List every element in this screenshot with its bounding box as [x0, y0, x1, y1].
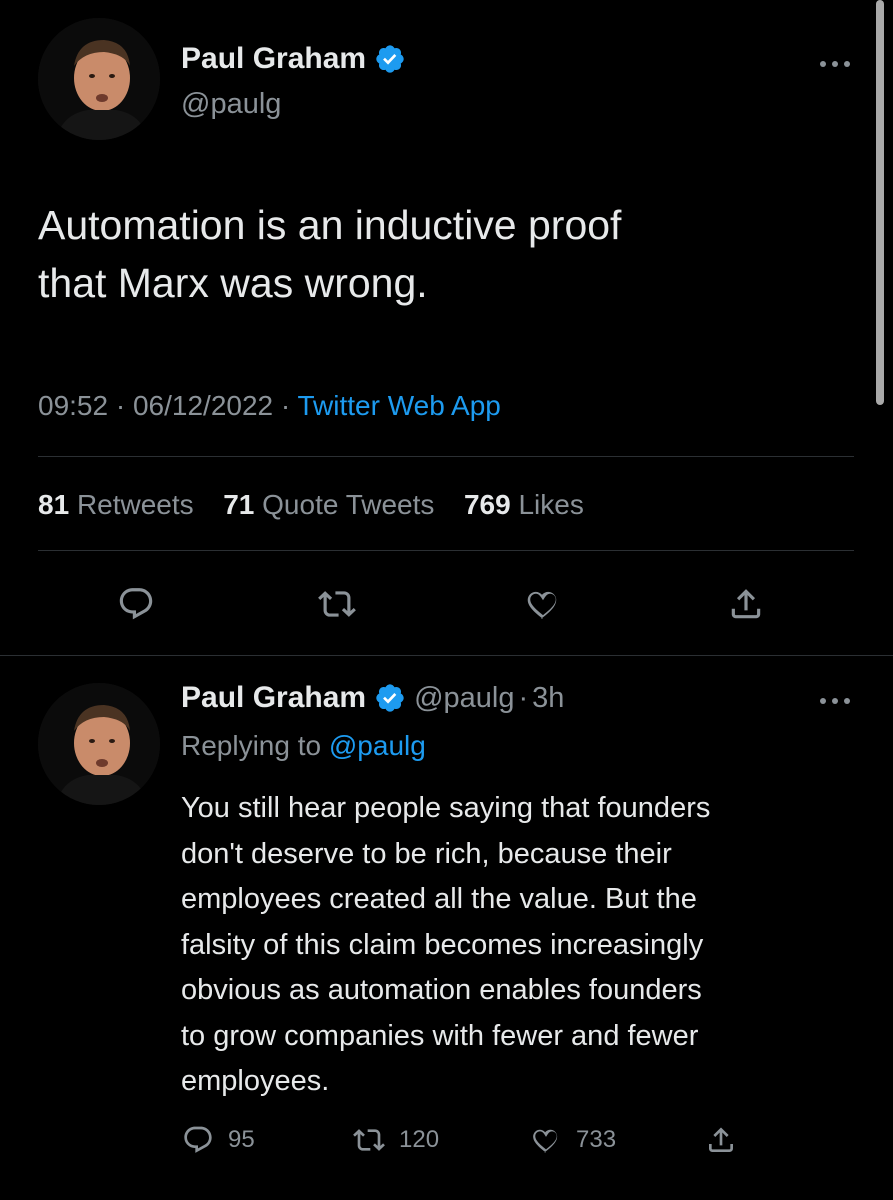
reply-text-line: You still hear people saying that founde…	[181, 792, 711, 824]
author-handle[interactable]: @paulg	[181, 88, 281, 121]
replying-to: Replying to @paulg	[181, 730, 426, 762]
tweet-date[interactable]: 06/12/2022	[133, 390, 273, 421]
retweet-count: 120	[399, 1126, 440, 1153]
quotes-count: 71	[223, 489, 255, 520]
meta-separator: ·	[518, 681, 529, 714]
reply-text: You still hear people saying that founde…	[181, 786, 871, 1105]
divider	[0, 655, 893, 656]
reply-author-avatar[interactable]	[38, 683, 160, 805]
heart-icon[interactable]	[524, 585, 562, 623]
likes-stat[interactable]: 769 Likes	[464, 489, 584, 520]
reply-text-line: to grow companies with fewer and fewer	[181, 1019, 699, 1052]
scrollbar[interactable]	[876, 0, 884, 405]
retweet-arrows-icon[interactable]	[318, 585, 356, 623]
retweets-count: 81	[38, 489, 70, 520]
reply-bubble-icon[interactable]	[117, 585, 155, 623]
reply-header: Paul Graham @paulg · 3h	[181, 681, 564, 715]
reply-count: 95	[228, 1126, 255, 1153]
quotes-label: Quote Tweets	[262, 489, 435, 520]
tweet-text: Automation is an inductive proof that Ma…	[38, 196, 838, 312]
author-name-text[interactable]: Paul Graham	[181, 42, 366, 76]
verified-badge-icon	[374, 682, 406, 714]
meta-separator: ·	[280, 390, 298, 421]
more-horizontal-icon[interactable]	[818, 694, 852, 712]
retweet-arrows-icon	[353, 1129, 385, 1151]
meta-separator: ·	[115, 390, 133, 421]
reply-author-handle[interactable]: @paulg	[414, 682, 514, 715]
replying-prefix: Replying to	[181, 730, 322, 761]
reply-text-line: obvious as automation enables founders	[181, 974, 702, 1006]
author-name[interactable]: Paul Graham	[181, 42, 406, 76]
reply-text-line: falsity of this claim becomes increasing…	[181, 928, 704, 961]
reply-author-name[interactable]: Paul Graham	[181, 681, 366, 715]
reply-text-line: employees created all the value. But the	[181, 883, 697, 915]
share-action[interactable]	[705, 1124, 751, 1156]
reply-action[interactable]: 95	[182, 1124, 255, 1156]
likes-count: 769	[463, 489, 511, 520]
tweet-text-line: that Marx was wrong.	[38, 260, 428, 306]
likes-label: Likes	[518, 489, 584, 520]
more-horizontal-icon[interactable]	[818, 57, 852, 75]
like-count: 733	[576, 1126, 617, 1153]
tweet-source-link[interactable]: Twitter Web App	[298, 390, 501, 421]
reply-age[interactable]: 3h	[532, 682, 564, 715]
quotes-stat[interactable]: 71 Quote Tweets	[223, 489, 442, 520]
divider	[38, 456, 854, 457]
tweet-text-line: Automation is an inductive proof	[38, 202, 622, 248]
retweet-action[interactable]: 120	[353, 1124, 439, 1156]
author-avatar[interactable]	[38, 18, 160, 140]
tweet-time[interactable]: 09:52	[38, 390, 108, 421]
divider	[38, 550, 854, 551]
tweet-stats: 81 Retweets 71 Quote Tweets 769 Likes	[38, 489, 584, 521]
heart-icon	[533, 1129, 558, 1153]
reply-bubble-icon	[184, 1126, 212, 1153]
retweets-stat[interactable]: 81 Retweets	[38, 489, 201, 520]
tweet-meta: 09:52 · 06/12/2022 · Twitter Web App	[38, 390, 501, 422]
share-upload-icon	[709, 1127, 733, 1152]
retweets-label: Retweets	[76, 489, 194, 520]
like-action[interactable]: 733	[530, 1124, 616, 1156]
reply-text-line: don't deserve to be rich, because their	[181, 837, 672, 870]
replying-handle-link[interactable]: @paulg	[329, 730, 426, 761]
share-upload-icon[interactable]	[727, 585, 765, 623]
verified-badge-icon	[374, 43, 406, 75]
reply-text-line: employees.	[181, 1065, 330, 1097]
